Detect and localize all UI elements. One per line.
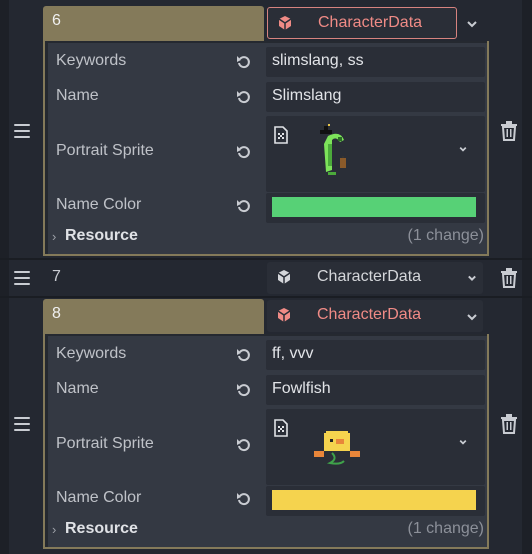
right-rail	[522, 0, 532, 554]
name-color-swatch[interactable]	[272, 197, 476, 217]
name-color-swatch[interactable]	[272, 490, 476, 510]
trash-icon[interactable]	[500, 414, 518, 434]
divider	[0, 296, 532, 298]
portrait-sprite-label: Portrait Sprite	[56, 435, 154, 452]
entry-index: 8	[52, 305, 61, 322]
name-color-label: Name Color	[56, 196, 142, 213]
resource-type-select[interactable]: CharacterData	[267, 300, 483, 332]
portrait-sprite-picker[interactable]	[266, 116, 485, 192]
resource-label: Resource	[65, 227, 138, 244]
cube-icon	[278, 16, 292, 30]
resource-expander[interactable]: › Resource (1 change)	[52, 226, 484, 248]
revert-icon[interactable]	[236, 89, 252, 105]
revert-icon[interactable]	[236, 198, 252, 214]
keywords-label: Keywords	[56, 345, 127, 362]
texture-icon	[274, 419, 288, 437]
cube-icon	[277, 308, 291, 322]
revert-icon[interactable]	[236, 144, 252, 160]
drag-handle-icon[interactable]	[14, 271, 30, 285]
revert-icon[interactable]	[236, 54, 252, 70]
entry-header[interactable]: 8	[43, 299, 264, 334]
left-rail	[0, 0, 9, 554]
drag-handle-icon[interactable]	[14, 124, 30, 138]
entry-index: 7	[52, 268, 61, 285]
keywords-field[interactable]: ff, vvv	[266, 340, 485, 370]
name-field[interactable]: Slimslang	[266, 82, 485, 112]
keywords-label: Keywords	[56, 52, 127, 69]
drag-handle-icon[interactable]	[14, 417, 30, 431]
name-field[interactable]: Fowlfish	[266, 375, 485, 405]
name-label: Name	[56, 380, 99, 397]
resource-type-label: CharacterData	[318, 14, 423, 31]
name-label: Name	[56, 87, 99, 104]
chevron-right-icon: ›	[52, 229, 57, 244]
resource-expander[interactable]: › Resource (1 change)	[52, 519, 484, 541]
resource-type-select[interactable]: CharacterData	[267, 262, 483, 294]
chevron-down-icon[interactable]	[456, 142, 470, 156]
revert-icon[interactable]	[236, 382, 252, 398]
divider	[0, 258, 532, 260]
texture-icon	[274, 126, 288, 144]
resource-change-count: (1 change)	[407, 520, 485, 537]
entry-index: 6	[52, 12, 61, 29]
cube-icon	[277, 270, 291, 284]
revert-icon[interactable]	[236, 347, 252, 363]
chevron-right-icon: ›	[52, 522, 57, 537]
chevron-down-icon[interactable]	[464, 270, 480, 286]
resource-type-select[interactable]: CharacterData	[267, 7, 457, 39]
resource-change-count: (1 change)	[407, 227, 485, 244]
fowlfish-sprite	[314, 431, 360, 465]
trash-icon[interactable]	[500, 268, 518, 288]
trash-icon[interactable]	[500, 121, 518, 141]
resource-label: Resource	[65, 520, 138, 537]
revert-icon[interactable]	[236, 491, 252, 507]
entry-header[interactable]: 6	[43, 6, 264, 41]
keywords-field[interactable]: slimslang, ss	[266, 47, 485, 77]
resource-type-label: CharacterData	[317, 268, 422, 285]
chevron-down-icon[interactable]	[462, 307, 482, 327]
resource-type-label: CharacterData	[317, 306, 422, 323]
chevron-down-icon[interactable]	[456, 435, 470, 449]
portrait-sprite-picker[interactable]	[266, 409, 485, 485]
name-color-label: Name Color	[56, 489, 142, 506]
portrait-sprite-label: Portrait Sprite	[56, 142, 154, 159]
revert-icon[interactable]	[236, 437, 252, 453]
chevron-down-icon[interactable]	[462, 14, 482, 34]
slimslang-sprite	[320, 124, 346, 175]
